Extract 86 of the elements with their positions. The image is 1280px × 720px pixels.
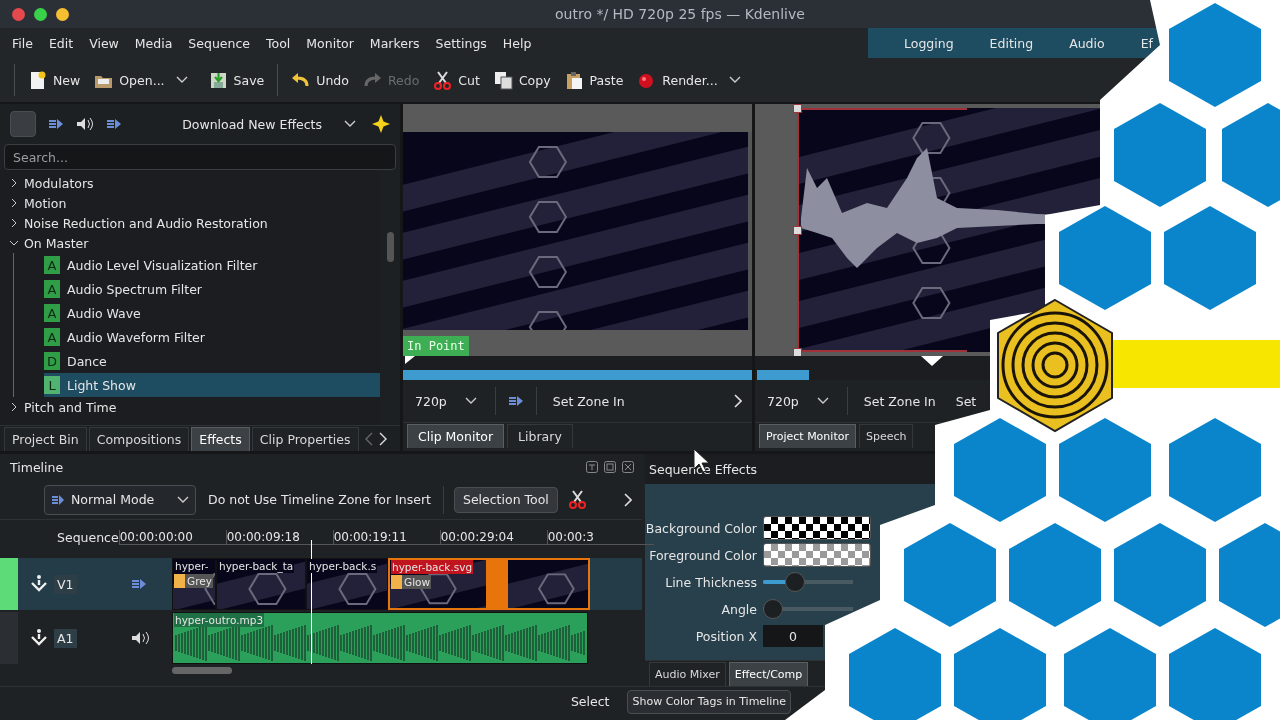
parameter-label: Foreground Color [648, 547, 757, 563]
menu-item[interactable]: Settings [427, 35, 495, 51]
download-dropdown[interactable]: Download New Effects [178, 116, 360, 132]
effect-type-badge: D [44, 352, 60, 370]
search-field[interactable]: Search... [4, 144, 396, 170]
toolbar-button[interactable]: Paste [557, 66, 631, 94]
track-header-label: Sequence [56, 530, 119, 545]
window-title: outro */ HD 720p 25 fps — Kdenlive [555, 6, 805, 22]
menu-item[interactable]: Monitor [298, 35, 362, 51]
mode-dropdown[interactable]: Normal Mode [44, 484, 196, 515]
menu-item[interactable]: Markers [361, 35, 428, 51]
clip-name: hyper-back.svg [391, 560, 474, 574]
track-name: A1 [54, 628, 77, 648]
toolbar-button[interactable]: Save [201, 66, 272, 94]
menu-item[interactable]: Tool [258, 35, 299, 51]
workspace-tab[interactable]: Editing [971, 35, 1052, 51]
tree-item[interactable]: Noise Reduction and Audio Restoration [0, 213, 380, 233]
effect-list-item[interactable]: A Audio Spectrum Filter [44, 277, 380, 301]
panel-tab[interactable]: Project Bin [4, 427, 87, 451]
effect-list-item[interactable]: A Audio Wave [44, 301, 380, 325]
resolution-dropdown[interactable]: 720p [761, 393, 835, 409]
menu-item[interactable]: Help [494, 35, 540, 51]
panel-title: Timeline [10, 459, 64, 475]
menu-item[interactable]: Sequence [180, 35, 259, 51]
parameter-label: Line Thickness [664, 574, 757, 590]
video-clip[interactable]: hyper-back.s [306, 558, 388, 610]
menu-item[interactable]: File [4, 35, 41, 51]
in-point-label: In Point [403, 336, 469, 356]
effect-list-item[interactable]: A Audio Waveform Filter [44, 325, 380, 349]
effect-type-badge: A [44, 256, 60, 274]
video-clip[interactable]: hyper- Grey [172, 558, 216, 610]
toolbar-button[interactable]: Set Zone In [548, 393, 629, 409]
toolbar-button[interactable]: Copy [486, 66, 558, 94]
workspace-tab[interactable]: Audio [1051, 35, 1123, 51]
parameter-label: Angle [720, 601, 757, 617]
toolbar-button[interactable]: Open... [87, 66, 172, 94]
tree-item[interactable]: Pitch and Time [0, 397, 380, 417]
effect-type-badge: A [44, 328, 60, 346]
panel-tab[interactable]: Compositions [88, 427, 190, 451]
panel-tab[interactable]: Project Monitor [759, 424, 856, 448]
tree-item[interactable]: Motion [0, 193, 380, 213]
panel-tab[interactable]: Speech [858, 424, 914, 448]
tree-item[interactable]: On Master [0, 233, 380, 253]
audio-clip[interactable]: hyper-outro.mp3 [172, 612, 588, 664]
panel-tab[interactable]: Clip Monitor [407, 424, 505, 448]
toolbar-button[interactable]: Render... [630, 66, 725, 94]
timecode-label: 00:00:00:00 [118, 530, 226, 544]
effect-list-item[interactable]: D Dance [44, 349, 380, 373]
track-name: V1 [54, 574, 77, 594]
effect-type-badge: A [44, 280, 60, 298]
panel-tab[interactable]: Effects [191, 427, 250, 451]
panel-tab[interactable]: Clip Properties [251, 427, 359, 451]
effect-type-badge: A [44, 304, 60, 322]
toolbar-button[interactable]: Cut [426, 66, 487, 94]
clip-name: hyper-back_ta [218, 559, 295, 573]
clip-name: hyper- [174, 559, 210, 573]
clip-name: hyper-back.s [308, 559, 378, 573]
timecode-label: 00:00:19:11 [332, 530, 440, 544]
panel-tab[interactable]: Audio Mixer [649, 662, 726, 686]
menu-item[interactable]: Edit [40, 35, 82, 51]
toolbar-button[interactable]: Do not Use Timeline Zone for Insert [206, 492, 433, 507]
workspace-tab[interactable]: Ef [1122, 35, 1153, 51]
timecode-label: 00:00:29:04 [439, 530, 547, 544]
panel-tab[interactable]: Library [507, 424, 573, 448]
tree-item[interactable]: Modulators [0, 173, 380, 193]
clip-name: hyper-outro.mp3 [174, 613, 265, 627]
menu-item[interactable]: View [81, 35, 127, 51]
selection-tool-button[interactable]: Selection Tool [453, 486, 558, 513]
panel-tab[interactable]: Effect/Comp [728, 662, 809, 686]
effect-tag: Glow [391, 575, 432, 589]
toolbar-button[interactable]: Set [951, 393, 981, 409]
status-text: Select [570, 694, 610, 709]
toolbar-button[interactable]: New [21, 66, 88, 94]
effect-tag: Grey [174, 574, 213, 588]
menu-item[interactable]: Media [126, 35, 181, 51]
number-field[interactable]: 0 [763, 625, 823, 647]
video-clip[interactable]: hyper-back.svg Glow [388, 558, 486, 610]
effect-list-item[interactable]: L Light Show [44, 373, 380, 397]
resolution-dropdown[interactable]: 720p [409, 393, 483, 409]
parameter-label: Position X [694, 628, 757, 644]
effect-list-item[interactable]: A Audio Level Visualization Filter [44, 253, 380, 277]
effect-type-badge: L [44, 376, 60, 394]
workspace-tab[interactable]: Logging [886, 35, 972, 51]
color-tags-button[interactable]: Show Color Tags in Timeline [627, 689, 791, 714]
toolbar-button[interactable]: Undo [284, 66, 356, 94]
toolbar-button[interactable]: Set Zone In [859, 393, 940, 409]
